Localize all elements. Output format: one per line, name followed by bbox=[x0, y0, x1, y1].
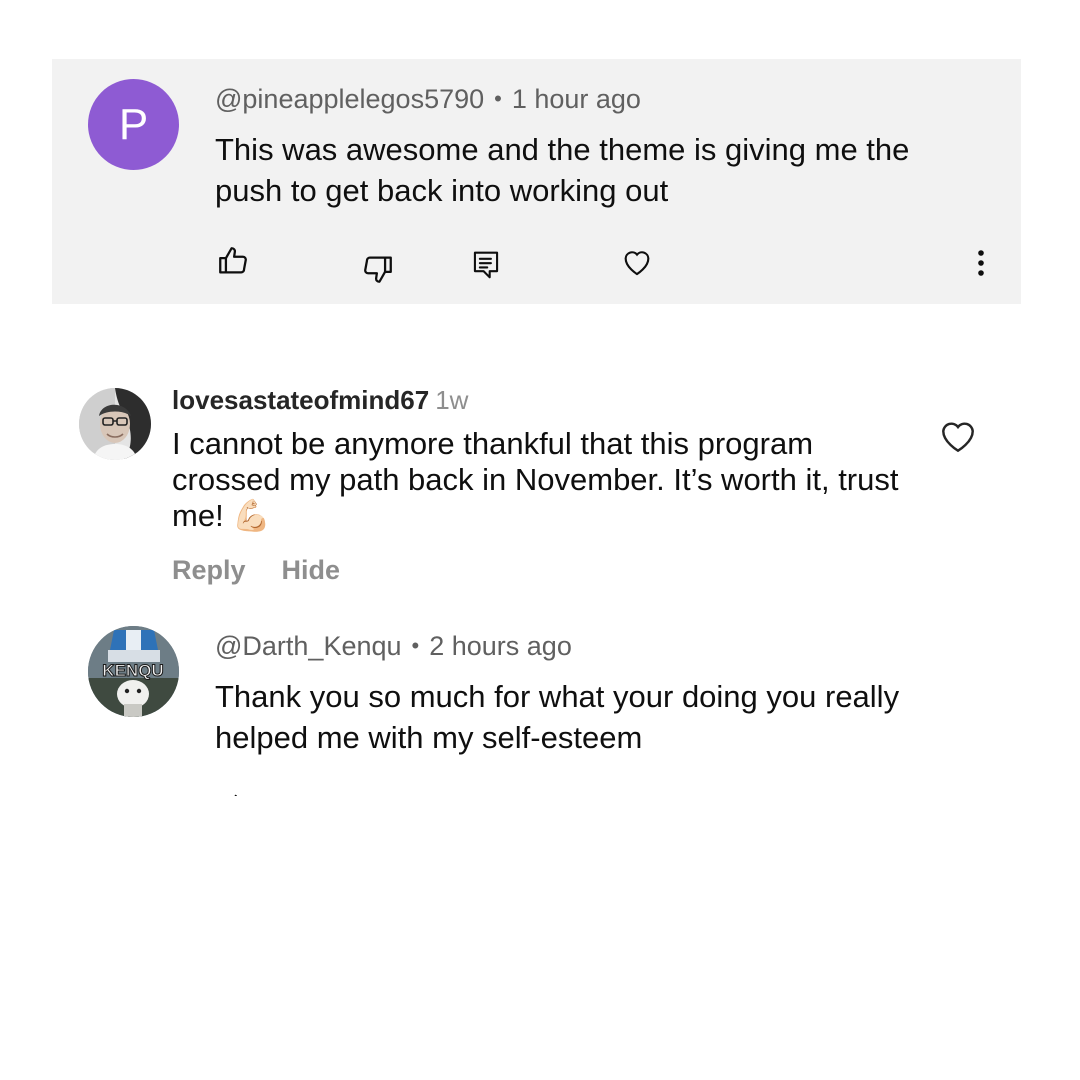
meta-separator: • bbox=[411, 633, 420, 658]
thumbs-down-icon[interactable] bbox=[361, 252, 395, 286]
comment-time: 2 hours ago bbox=[429, 631, 572, 661]
heart-icon[interactable] bbox=[620, 245, 654, 279]
thumbs-up-icon[interactable] bbox=[216, 244, 250, 278]
comment-text: This was awesome and the theme is giving… bbox=[215, 132, 910, 208]
comment-card-highlighted: P @pineapplelegos5790 • 1 hour ago This wa… bbox=[52, 59, 1021, 304]
meta-separator: • bbox=[494, 86, 502, 111]
like-heart-icon[interactable] bbox=[938, 418, 978, 459]
comment-text: I cannot be anymore thankful that this p… bbox=[172, 426, 912, 534]
more-vertical-icon[interactable] bbox=[976, 249, 986, 279]
comment-meta: @pineapplelegos5790 • 1 hour ago bbox=[215, 84, 641, 115]
comment-actions: Reply Hide bbox=[172, 555, 376, 586]
comment-meta: @Darth_Kenqu • 2 hours ago bbox=[215, 631, 572, 662]
avatar[interactable]: P bbox=[88, 79, 179, 170]
hide-button[interactable]: Hide bbox=[282, 555, 341, 585]
avatar-text: KENQU bbox=[102, 661, 163, 680]
comment-text: Thank you so much for what your doing yo… bbox=[215, 679, 900, 755]
avatar[interactable] bbox=[79, 388, 151, 460]
comment-text-body: I cannot be anymore thankful that this p… bbox=[172, 426, 899, 533]
comment-username[interactable]: @pineapplelegos5790 bbox=[215, 84, 484, 114]
thumbs-up-icon[interactable] bbox=[230, 788, 242, 796]
avatar[interactable]: KENQU bbox=[88, 626, 179, 717]
heart-icon[interactable] bbox=[622, 788, 650, 796]
comment-header: lovesastateofmind67 1w bbox=[172, 385, 468, 416]
comment-time: 1 hour ago bbox=[511, 84, 641, 114]
reply-button[interactable]: Reply bbox=[172, 555, 246, 585]
comment-username[interactable]: @Darth_Kenqu bbox=[215, 631, 402, 661]
flexed-biceps-emoji: 💪🏻 bbox=[232, 498, 271, 533]
comment-time: 1w bbox=[435, 385, 469, 415]
reply-icon[interactable] bbox=[471, 249, 501, 281]
avatar-photo bbox=[79, 388, 151, 460]
comment-username[interactable]: lovesastateofmind67 bbox=[172, 385, 429, 415]
avatar-photo: KENQU bbox=[88, 626, 179, 717]
